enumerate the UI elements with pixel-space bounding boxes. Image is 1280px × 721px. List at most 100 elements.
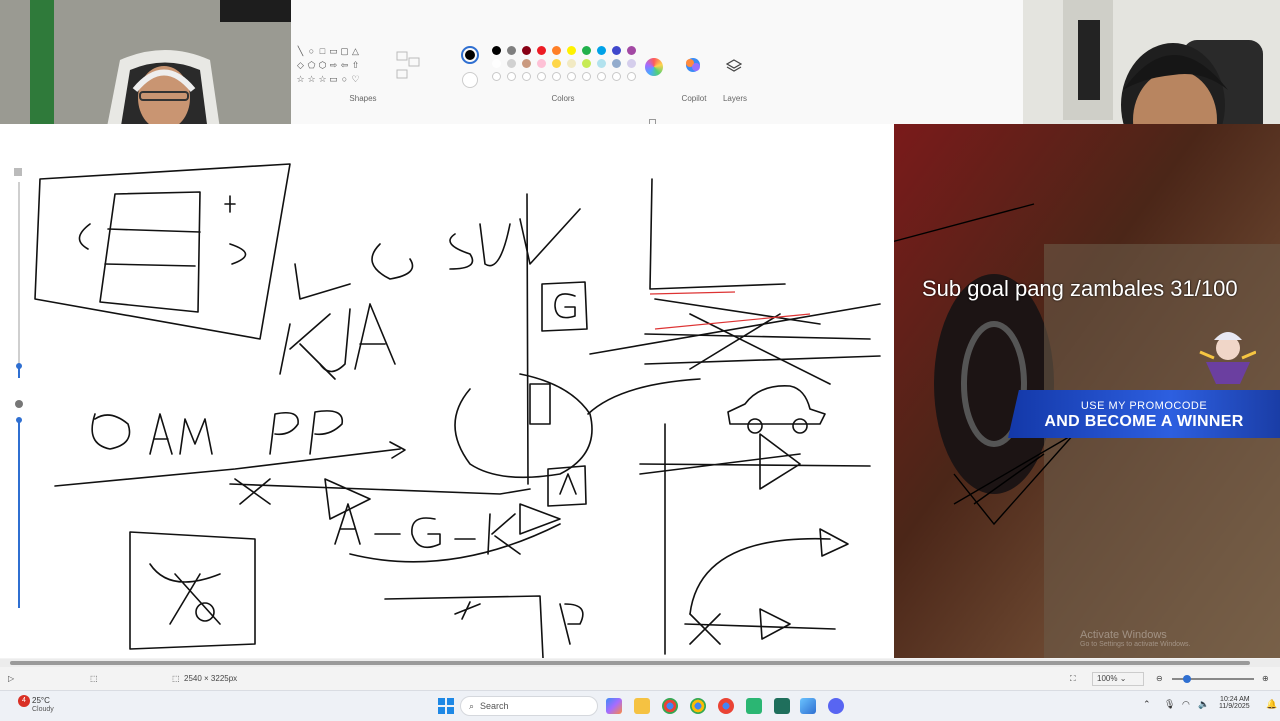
- color-palette[interactable]: [489, 46, 639, 81]
- color-swatch[interactable]: [552, 46, 561, 55]
- weather-text[interactable]: Cloudy: [32, 706, 54, 713]
- windows-start-icon[interactable]: [438, 698, 454, 714]
- shape-option[interactable]: ▢: [339, 46, 350, 57]
- shape-option[interactable]: ▭: [328, 46, 339, 57]
- shape-option[interactable]: △: [350, 46, 361, 57]
- custom-color-slot[interactable]: [552, 72, 561, 81]
- shape-option[interactable]: ○: [339, 74, 350, 85]
- color-swatch[interactable]: [597, 46, 606, 55]
- watermark-subtitle: Go to Settings to activate Windows.: [1080, 641, 1191, 648]
- shape-option[interactable]: ⇦: [339, 60, 350, 71]
- shape-option[interactable]: ☆: [317, 74, 328, 85]
- weather-badge: 4: [18, 695, 30, 707]
- layers-icon[interactable]: [725, 58, 743, 74]
- copilot-icon[interactable]: [684, 56, 702, 74]
- chrome-alt-icon[interactable]: [690, 698, 706, 714]
- custom-color-slot[interactable]: [537, 72, 546, 81]
- scrollbar-thumb[interactable]: [10, 661, 1250, 665]
- color-swatch[interactable]: [567, 59, 576, 68]
- color-swatch[interactable]: [612, 46, 621, 55]
- brush-size-slider[interactable]: [12, 168, 26, 608]
- shape-option[interactable]: ○: [306, 46, 317, 57]
- file-explorer-icon[interactable]: [634, 698, 650, 714]
- custom-color-slot[interactable]: [597, 72, 606, 81]
- discord-icon[interactable]: [828, 698, 844, 714]
- color-swatch[interactable]: [537, 46, 546, 55]
- status-bar: ▷ ⬚ ⬚ 2540 × 3225px ⛶ 100% ⌄ ⊖ ⊕: [0, 668, 1280, 690]
- shape-option[interactable]: ⬡: [317, 60, 328, 71]
- taskbar-search[interactable]: ⌕ Search: [460, 696, 598, 716]
- search-icon: ⌕: [469, 700, 475, 711]
- shape-outline-fill-icons[interactable]: [395, 50, 421, 82]
- shape-option[interactable]: ⬠: [306, 60, 317, 71]
- color-swatch[interactable]: [612, 59, 621, 68]
- copilot-taskbar-icon[interactable]: [606, 698, 622, 714]
- microphone-icon[interactable]: 🎙: [1164, 699, 1175, 710]
- color-swatch[interactable]: [582, 59, 591, 68]
- copilot-group-label: Copilot: [681, 94, 707, 103]
- custom-color-slot[interactable]: [612, 72, 621, 81]
- shape-option[interactable]: ☆: [295, 74, 306, 85]
- shape-option[interactable]: ⇨: [328, 60, 339, 71]
- shape-option[interactable]: ⇧: [350, 60, 361, 71]
- edit-colors-icon[interactable]: [645, 58, 663, 76]
- custom-color-slot[interactable]: [492, 72, 501, 81]
- pointer-icon: ▷: [8, 674, 15, 683]
- fit-to-window-icon[interactable]: ⛶: [1070, 674, 1076, 684]
- zoom-slider-thumb[interactable]: [1183, 675, 1191, 683]
- custom-color-slot[interactable]: [582, 72, 591, 81]
- shape-option[interactable]: [361, 74, 372, 85]
- color-swatch[interactable]: [597, 59, 606, 68]
- color-swatch[interactable]: [537, 59, 546, 68]
- shape-option[interactable]: ▭: [328, 74, 339, 85]
- horizontal-scrollbar[interactable]: [0, 659, 1280, 667]
- shape-option[interactable]: [361, 46, 372, 57]
- active-color-swatch[interactable]: [461, 46, 479, 64]
- custom-color-slot[interactable]: [567, 72, 576, 81]
- promo-line-1: USE MY PROMOCODE: [1080, 400, 1208, 412]
- shape-option[interactable]: ╲: [295, 46, 306, 57]
- color-swatch[interactable]: [492, 59, 501, 68]
- zoom-select[interactable]: 100% ⌄: [1092, 672, 1144, 686]
- color-swatch[interactable]: [507, 46, 516, 55]
- color-swatch[interactable]: [522, 46, 531, 55]
- chrome-icon[interactable]: [662, 698, 678, 714]
- custom-color-slot[interactable]: [507, 72, 516, 81]
- chrome-profile-icon[interactable]: [718, 698, 734, 714]
- notification-bell-icon[interactable]: 🔔: [1266, 699, 1277, 710]
- zoom-in-icon[interactable]: ⊕: [1262, 674, 1269, 683]
- color-swatch[interactable]: [492, 46, 501, 55]
- windows-taskbar: 4 25°C Cloudy ⌕ Search ⌃ 🎙 ◠ 🔈 10:24 AM …: [0, 690, 1280, 721]
- shape-option[interactable]: ♡: [350, 74, 361, 85]
- weather-temp[interactable]: 25°C: [32, 696, 50, 705]
- color-swatch[interactable]: [552, 59, 561, 68]
- app-teal-icon[interactable]: [774, 698, 790, 714]
- zoom-value: 100%: [1097, 674, 1118, 683]
- shape-option[interactable]: □: [317, 46, 328, 57]
- color-swatch[interactable]: [582, 46, 591, 55]
- custom-color-slot[interactable]: [627, 72, 636, 81]
- sub-goal-text: Sub goal pang zambales 31/100: [922, 276, 1238, 301]
- wifi-icon[interactable]: ◠: [1182, 699, 1190, 710]
- color-swatch[interactable]: [507, 59, 516, 68]
- secondary-color-swatch[interactable]: [462, 72, 478, 88]
- clock-date: 11/9/2025: [1219, 703, 1250, 710]
- color-swatch[interactable]: [522, 59, 531, 68]
- color-swatch[interactable]: [627, 46, 636, 55]
- tray-chevron-icon[interactable]: ⌃: [1143, 699, 1151, 710]
- shape-option[interactable]: [361, 60, 372, 71]
- paint-app-icon[interactable]: [800, 698, 816, 714]
- shape-option[interactable]: ◇: [295, 60, 306, 71]
- custom-color-slot[interactable]: [522, 72, 531, 81]
- clock[interactable]: 10:24 AM 11/9/2025: [1219, 696, 1250, 710]
- freehand-sketch: [34, 163, 881, 658]
- zoom-out-icon[interactable]: ⊖: [1156, 674, 1163, 683]
- mascot-character: [1196, 322, 1257, 384]
- shape-option[interactable]: ☆: [306, 74, 317, 85]
- volume-icon[interactable]: 🔈: [1198, 699, 1209, 710]
- shapes-gallery[interactable]: ╲ ○ □ ▭ ▢ △ ◇ ⬠ ⬡ ⇨ ⇦ ⇧ ☆ ☆ ☆ ▭ ○ ♡: [295, 46, 377, 85]
- color-swatch[interactable]: [567, 46, 576, 55]
- drawing-canvas[interactable]: [0, 124, 894, 658]
- color-swatch[interactable]: [627, 59, 636, 68]
- app-green-icon[interactable]: [746, 698, 762, 714]
